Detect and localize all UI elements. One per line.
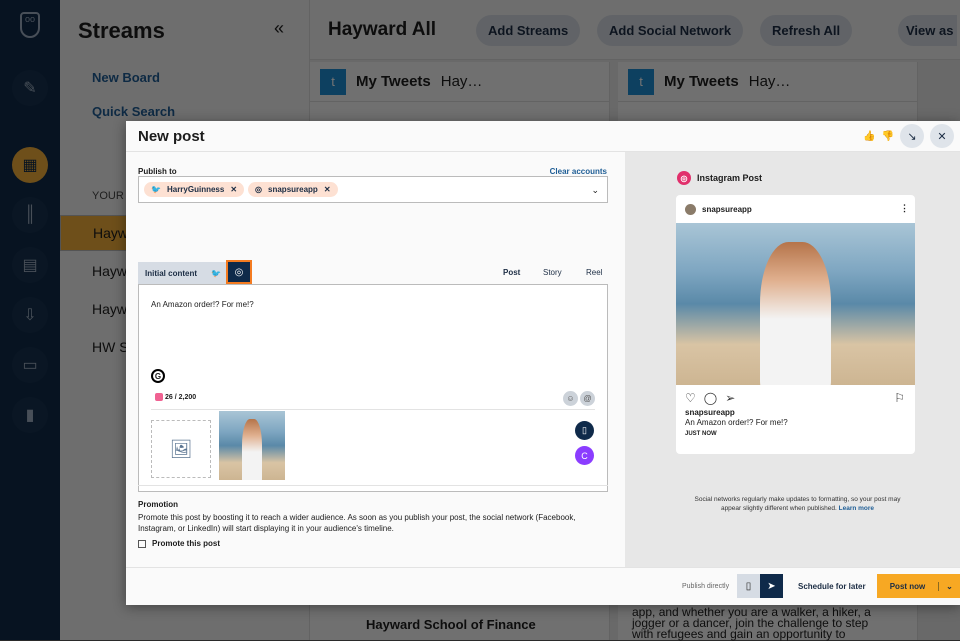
refresh-all-button[interactable]: Refresh All <box>760 15 853 46</box>
clipboard-icon[interactable]: ▭ <box>12 347 48 383</box>
mobile-publish-button[interactable]: ▯ <box>737 574 760 598</box>
heart-icon: ♡ <box>685 391 696 405</box>
grammarly-icon[interactable]: G <box>151 369 165 383</box>
message-text[interactable]: An Amazon order!? For me!? <box>151 300 254 309</box>
new-board-link[interactable]: New Board <box>92 70 160 85</box>
direct-publish-button[interactable]: ➤ <box>760 574 783 598</box>
char-count: 26 / 2,200 <box>165 393 197 401</box>
caption-username: snapsureapp <box>685 408 735 417</box>
inbox-icon[interactable]: ⇩ <box>12 297 48 333</box>
thumbs-up-icon[interactable]: 👍 <box>863 131 875 142</box>
share-icon: ➢ <box>725 391 736 405</box>
bookmark-icon: ⚐ <box>894 391 905 405</box>
twitter-icon: t <box>628 68 654 95</box>
stream-subtitle: Hay… <box>440 73 483 90</box>
quick-search-link[interactable]: Quick Search <box>92 104 175 119</box>
promotion-section: Promotion Promote this post by boosting … <box>138 485 608 549</box>
attached-photo[interactable] <box>219 411 285 480</box>
feed-snippet: app, and whether you are a walker, a hik… <box>632 606 871 641</box>
feed-author: Hayward School of Finance <box>366 617 536 632</box>
promotion-text: Promote this post by boosting it to reac… <box>138 513 576 533</box>
char-counter: 26 / 2,200 <box>155 393 196 401</box>
post-now-button[interactable]: Post now ⌄ <box>877 574 960 598</box>
emoji-button[interactable]: ☺ <box>563 391 578 406</box>
promotion-title: Promotion <box>138 500 178 509</box>
image-icon: 🖼 <box>169 438 193 459</box>
account-selector[interactable]: 🐦 HarryGuinness ✕ ◎ snapsureapp ✕ ⌄ <box>138 176 608 203</box>
owl-logo-icon: oo <box>20 12 40 38</box>
new-post-modal: New post 👍 👎 ↘ ✕ Publish to Clear accoun… <box>126 121 960 605</box>
close-button[interactable]: ✕ <box>930 124 954 148</box>
collapse-button[interactable]: « <box>274 18 284 39</box>
schedule-later-button[interactable]: Schedule for later <box>798 582 866 591</box>
stream-title: My Tweets <box>664 73 739 90</box>
thumbs-down-icon[interactable]: 👎 <box>882 131 894 142</box>
modal-footer: Publish directly ▯ ➤ Schedule for later … <box>126 567 960 605</box>
twitter-icon: 🐦 <box>211 268 221 278</box>
sidebar-title: Streams <box>78 18 165 43</box>
publish-to-label: Publish to <box>138 167 177 176</box>
promote-checkbox[interactable]: Promote this post <box>138 538 608 549</box>
remove-account-icon[interactable]: ✕ <box>324 185 331 194</box>
instagram-icon <box>155 393 163 401</box>
post-time: JUST NOW <box>685 431 717 437</box>
twitter-icon: 🐦 <box>151 185 161 194</box>
more-icon: ⋮ <box>900 203 909 213</box>
add-media-button[interactable]: 🖼 <box>151 420 211 478</box>
streams-icon[interactable]: ▦ <box>12 147 48 183</box>
analytics-icon[interactable]: ║ <box>12 197 48 233</box>
preview-note: Social networks regularly make updates t… <box>685 495 910 513</box>
reports-icon[interactable]: ▮ <box>12 397 48 433</box>
add-social-network-button[interactable]: Add Social Network <box>597 15 744 46</box>
tab-post[interactable]: Post <box>503 268 520 277</box>
media-library-button[interactable]: ▯ <box>575 421 594 440</box>
board-title: Hayward All <box>328 19 437 40</box>
add-streams-button[interactable]: Add Streams <box>476 15 581 46</box>
preview-pane: ◎ Instagram Post snapsureapp ⋮ ♡ ◯ ➢ ⚐ snapsu… <box>625 152 960 567</box>
instagram-preview-card: snapsureapp ⋮ ♡ ◯ ➢ ⚐ snapsureapp An Amazon … <box>676 195 915 454</box>
preview-username: snapsureapp <box>702 204 752 214</box>
avatar <box>685 203 696 215</box>
stream-subtitle: Hay… <box>748 73 791 90</box>
account-chip: ◎ snapsureapp ✕ <box>248 182 338 197</box>
account-chip: 🐦 HarryGuinness ✕ <box>144 182 245 197</box>
modal-title: New post <box>138 127 205 145</box>
learn-more-link[interactable]: Learn more <box>839 505 874 512</box>
compose-icon[interactable]: ✎ <box>12 70 48 106</box>
chevron-down-icon[interactable]: ⌄ <box>938 581 960 591</box>
mention-button[interactable]: @ <box>580 391 595 406</box>
app-rail: oo ✎ ▦ ║ ▤ ⇩ ▭ ▮ <box>0 0 60 640</box>
account-name: HarryGuinness <box>166 185 225 194</box>
tab-reel[interactable]: Reel <box>586 268 602 277</box>
topbar: Hayward All Add Streams Add Social Netwo… <box>310 0 960 60</box>
caption-text: An Amazon order!? For me!? <box>685 418 788 427</box>
feed-line: with refugees and gain an opportunity to <box>632 627 846 641</box>
tab-instagram[interactable]: ◎ <box>226 260 252 284</box>
comment-icon: ◯ <box>703 391 718 405</box>
remove-account-icon[interactable]: ✕ <box>230 185 237 194</box>
instagram-icon: ◎ <box>255 185 263 194</box>
instagram-icon: ◎ <box>677 171 691 185</box>
post-editor[interactable]: An Amazon order!? For me!? G 26 / 2,200 … <box>138 284 608 492</box>
clear-accounts-link[interactable]: Clear accounts <box>550 167 607 176</box>
preview-photo <box>676 223 915 385</box>
chevron-down-icon[interactable]: ⌄ <box>591 185 599 196</box>
publish-directly-label: Publish directly <box>682 583 730 590</box>
preview-title: Instagram Post <box>697 173 763 183</box>
view-as-button[interactable]: View as <box>898 15 958 46</box>
calendar-icon[interactable]: ▤ <box>12 247 48 283</box>
twitter-icon: t <box>320 68 346 95</box>
canva-button[interactable]: C <box>575 446 594 465</box>
post-now-label: Post now <box>889 581 926 591</box>
minimize-button[interactable]: ↘ <box>900 124 924 148</box>
stream-title: My Tweets <box>356 73 431 90</box>
promote-label: Promote this post <box>152 539 221 548</box>
tab-initial-content[interactable]: Initial content 🐦 <box>138 262 227 284</box>
tab-label: Initial content <box>145 268 197 278</box>
tab-story[interactable]: Story <box>543 268 562 277</box>
account-name: snapsureapp <box>268 185 318 194</box>
